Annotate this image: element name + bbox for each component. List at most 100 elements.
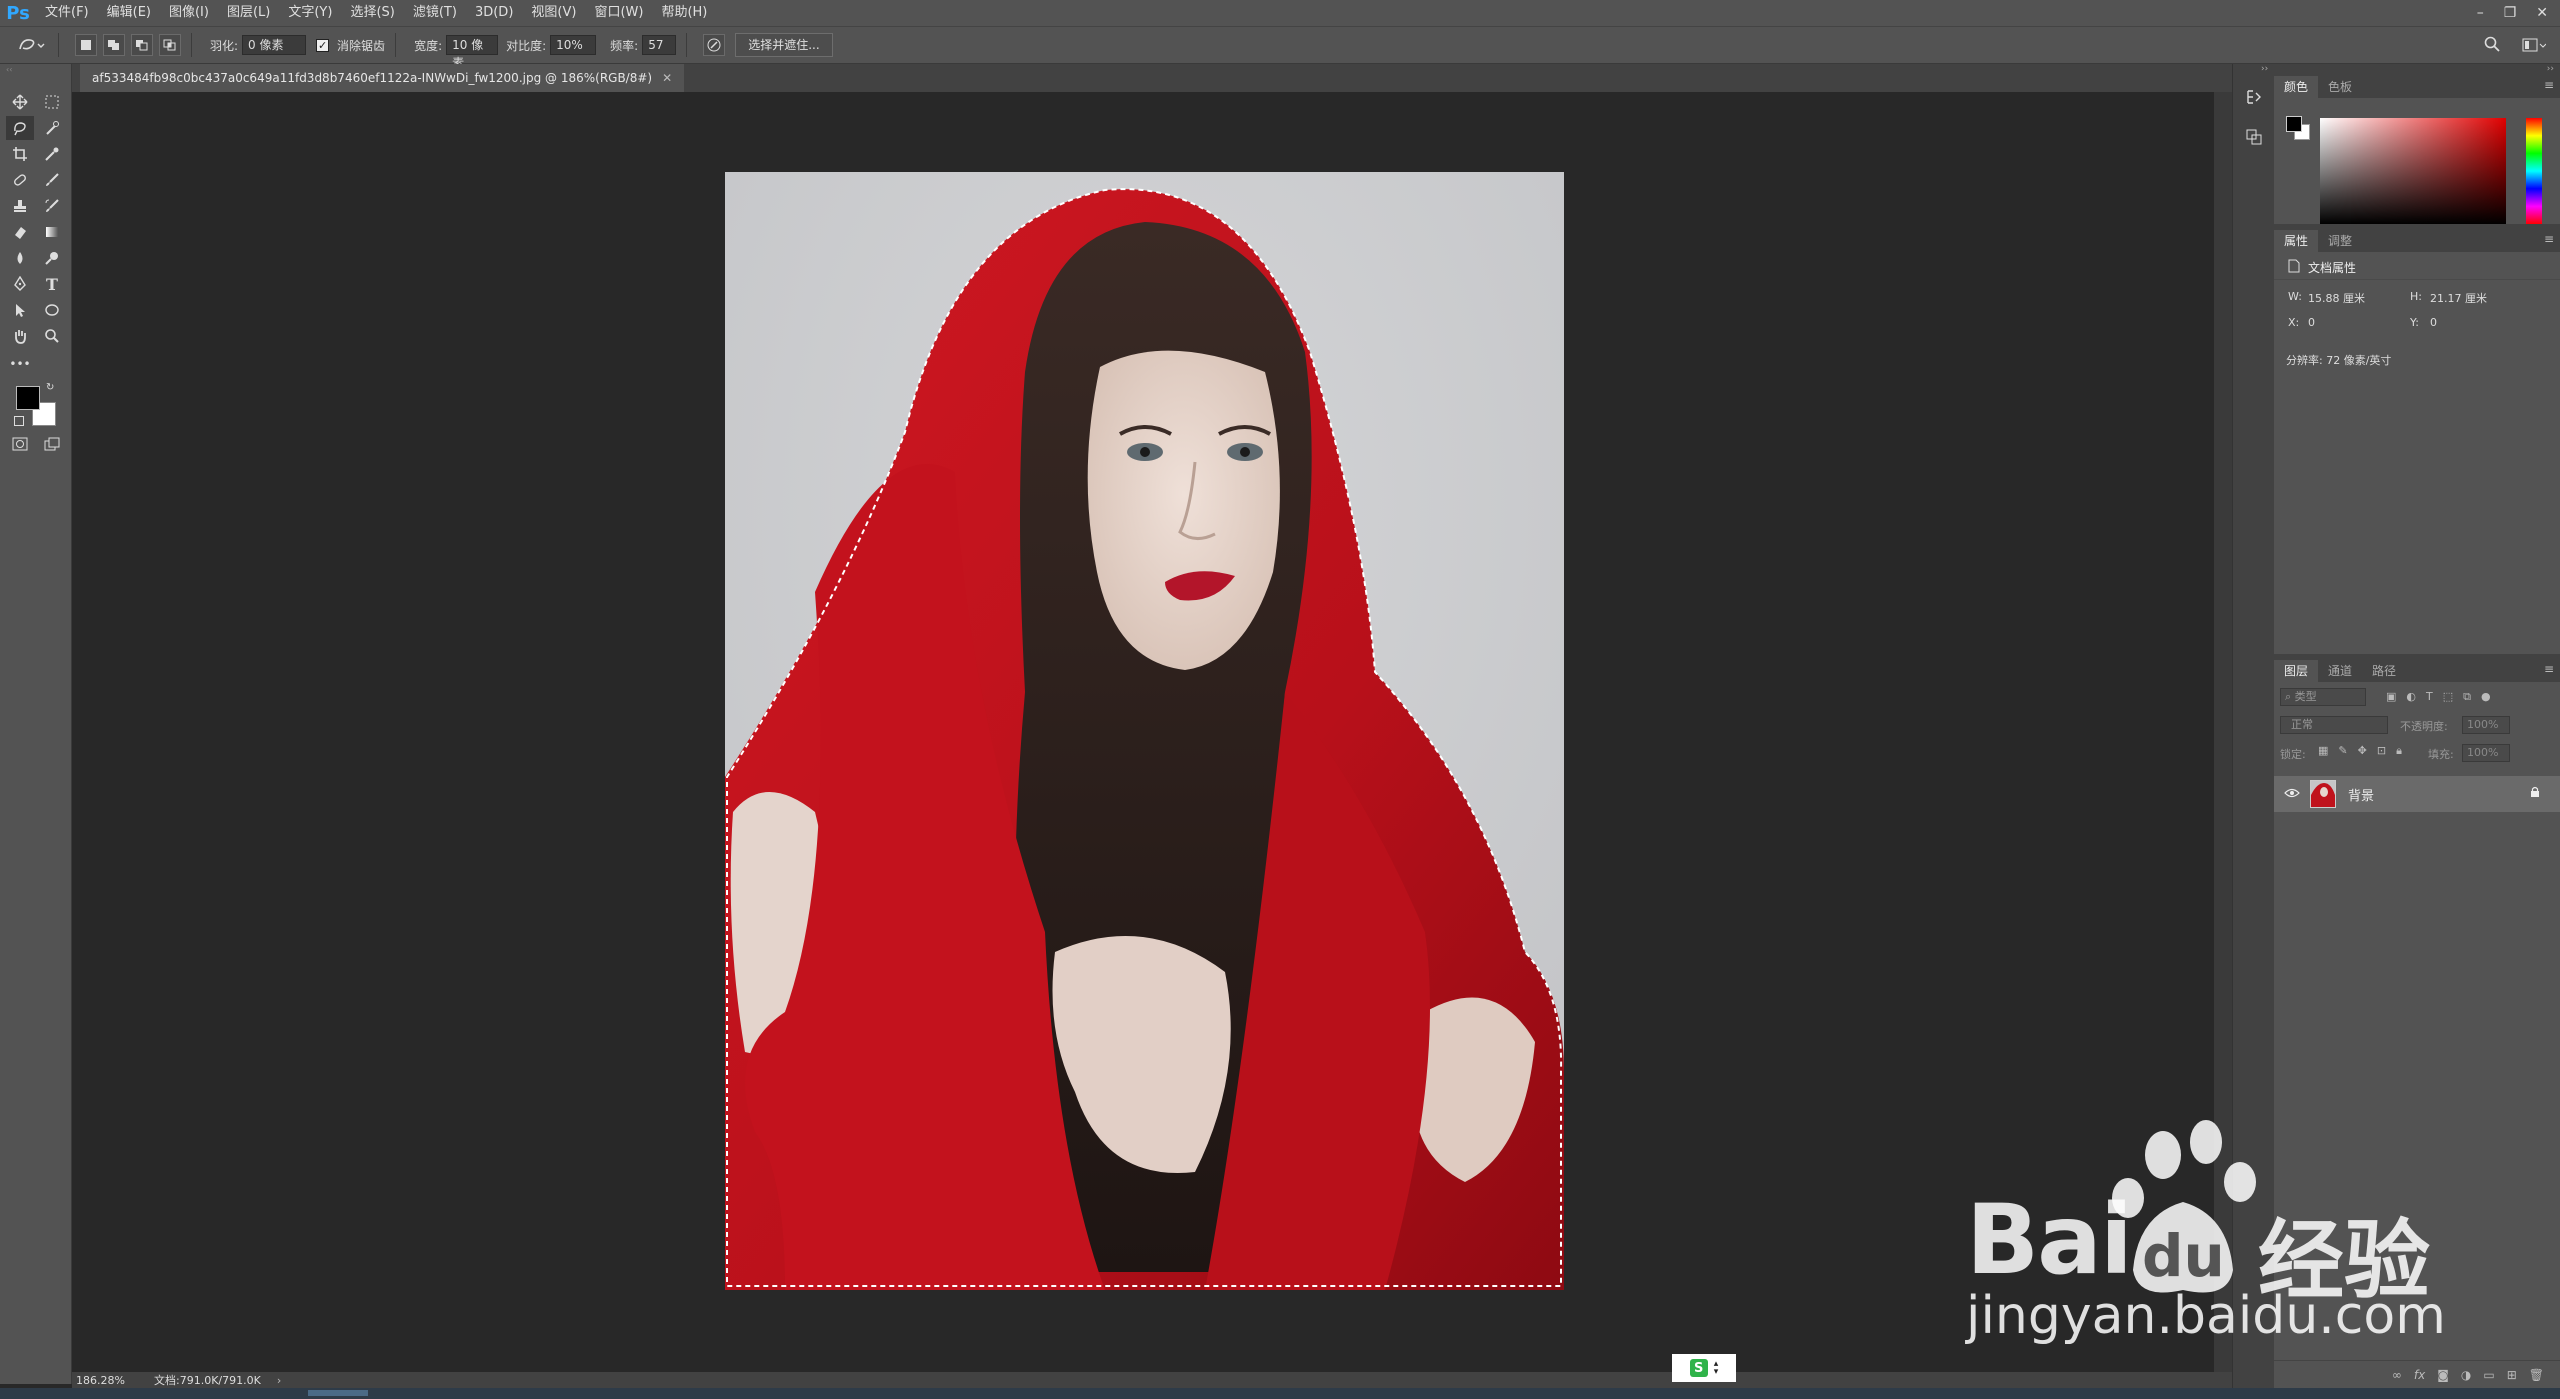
menu-edit[interactable]: 编辑(E) (98, 0, 160, 26)
menu-view[interactable]: 视图(V) (522, 0, 585, 26)
hue-slider[interactable] (2526, 118, 2542, 224)
blur-tool-icon[interactable] (6, 246, 34, 270)
close-tab-icon[interactable]: ✕ (662, 71, 672, 85)
menu-select[interactable]: 选择(S) (341, 0, 403, 26)
add-mask-icon[interactable]: ◙ (2437, 1368, 2449, 1382)
tab-properties[interactable]: 属性 (2274, 230, 2319, 252)
adjustment-filter-icon[interactable]: ◐ (2406, 690, 2416, 704)
ime-indicator[interactable]: S ▴ ▾ (1672, 1354, 1736, 1382)
smart-object-filter-icon[interactable]: ⧉ (2463, 690, 2471, 704)
delete-layer-icon[interactable]: 🗑︎ (2529, 1368, 2544, 1382)
eyedropper-tool-icon[interactable] (38, 142, 66, 166)
zoom-level[interactable]: 186.28% (76, 1374, 146, 1387)
pen-tool-icon[interactable] (6, 272, 34, 296)
group-icon[interactable]: ▭ (2483, 1368, 2494, 1382)
status-menu-icon[interactable]: › (277, 1374, 281, 1387)
menu-image[interactable]: 图像(I) (160, 0, 218, 26)
add-selection-icon[interactable] (103, 34, 125, 56)
tab-layers[interactable]: 图层 (2274, 660, 2319, 682)
clone-stamp-tool-icon[interactable] (6, 194, 34, 218)
tab-adjustments[interactable]: 调整 (2318, 230, 2362, 252)
type-tool-icon[interactable]: T (38, 272, 66, 296)
crop-tool-icon[interactable] (6, 142, 34, 166)
tab-swatches[interactable]: 色板 (2318, 76, 2362, 98)
menu-file[interactable]: 文件(F) (36, 0, 98, 26)
dodge-tool-icon[interactable] (38, 246, 66, 270)
tab-color[interactable]: 颜色 (2274, 76, 2319, 98)
shape-filter-icon[interactable]: ⬚ (2443, 690, 2453, 704)
menu-type[interactable]: 文字(Y) (279, 0, 341, 26)
new-selection-icon[interactable] (75, 34, 97, 56)
width-input[interactable]: 10 像素 (446, 35, 499, 70)
layer-lock-icon[interactable] (2530, 786, 2540, 802)
adjustment-layer-icon[interactable]: ◑ (2461, 1368, 2471, 1382)
restore-button[interactable]: ❐ (2504, 5, 2517, 21)
eraser-tool-icon[interactable] (6, 220, 34, 244)
magnetic-lasso-preset-icon[interactable] (14, 34, 48, 56)
move-tool-icon[interactable] (6, 90, 34, 114)
quick-select-tool-icon[interactable] (38, 116, 66, 140)
history-brush-tool-icon[interactable] (38, 194, 66, 218)
brush-tool-icon[interactable] (38, 168, 66, 192)
color-panel-menu-icon[interactable]: ≡ (2544, 78, 2554, 92)
close-button[interactable]: ✕ (2536, 5, 2548, 21)
document-tab[interactable]: af533484fb98c0bc437a0c649a11fd3d8b7460ef… (80, 64, 685, 92)
frequency-input[interactable]: 57 (642, 35, 677, 55)
marquee-tool-icon[interactable] (38, 90, 66, 114)
panels-collapse-icon[interactable]: ›› (2547, 64, 2554, 74)
minimize-button[interactable]: – (2477, 5, 2484, 21)
tab-paths[interactable]: 路径 (2362, 660, 2406, 682)
search-icon[interactable] (2484, 36, 2500, 56)
zoom-tool-icon[interactable] (38, 324, 66, 348)
antialias-checkbox[interactable]: ✓ (316, 38, 330, 52)
panel-foreground-swatch[interactable] (2286, 116, 2302, 132)
properties-panel-menu-icon[interactable]: ≡ (2544, 232, 2554, 246)
screen-mode-icon[interactable] (38, 432, 66, 456)
document-canvas-image[interactable] (725, 172, 1564, 1290)
blend-mode-select[interactable]: 正常 (2280, 716, 2388, 734)
width-prop-value[interactable]: 15.88 厘米 (2308, 290, 2365, 306)
tab-channels[interactable]: 通道 (2318, 660, 2362, 682)
type-filter-icon[interactable]: T (2426, 690, 2433, 704)
foreground-color-swatch[interactable] (16, 386, 40, 410)
hand-tool-icon[interactable] (6, 324, 34, 348)
pixel-filter-icon[interactable]: ▣ (2386, 690, 2396, 704)
fx-icon[interactable]: fx (2414, 1368, 2425, 1382)
layer-row-background[interactable]: 背景 (2274, 776, 2560, 812)
workspace-icon[interactable] (2522, 37, 2547, 56)
select-and-mask-button[interactable]: 选择并遮住... (735, 33, 833, 57)
healing-brush-tool-icon[interactable] (6, 168, 34, 192)
filter-toggle-icon[interactable]: ● (2481, 690, 2491, 704)
y-prop-value[interactable]: 0 (2430, 316, 2437, 329)
link-layers-icon[interactable]: ∞ (2392, 1368, 2402, 1382)
layer-kind-filter[interactable]: ⌕ 类型 (2280, 688, 2366, 706)
new-layer-icon[interactable]: ⊞ (2507, 1368, 2517, 1382)
x-prop-value[interactable]: 0 (2308, 316, 2315, 329)
eye-icon[interactable] (2284, 787, 2304, 802)
lasso-tool-icon[interactable] (6, 116, 34, 140)
lock-position-icon[interactable]: ✥ (2358, 744, 2367, 758)
toolbar-collapse-icon[interactable]: ‹‹ (6, 66, 66, 74)
menu-window[interactable]: 窗口(W) (585, 0, 652, 26)
menu-help[interactable]: 帮助(H) (652, 0, 716, 26)
feather-input[interactable]: 0 像素 (242, 35, 307, 55)
ellipse-tool-icon[interactable] (38, 298, 66, 322)
gradient-tool-icon[interactable] (38, 220, 66, 244)
brush-settings-icon[interactable] (2241, 124, 2267, 150)
lock-pixels-icon[interactable]: ✎ (2338, 744, 2347, 758)
contrast-input[interactable]: 10% (550, 35, 597, 55)
lock-all-icon[interactable]: 🔒︎ (2396, 744, 2402, 758)
path-selection-tool-icon[interactable] (6, 298, 34, 322)
layers-panel-menu-icon[interactable]: ≡ (2544, 662, 2554, 676)
lock-artboard-icon[interactable]: ⊡ (2377, 744, 2386, 758)
subtract-selection-icon[interactable] (131, 34, 153, 56)
pen-pressure-icon[interactable] (703, 34, 726, 56)
opacity-input[interactable]: 100% (2462, 716, 2510, 734)
intersect-selection-icon[interactable] (159, 34, 181, 56)
menu-layer[interactable]: 图层(L) (218, 0, 279, 26)
dock-collapse-icon[interactable]: ›› (2261, 64, 2268, 74)
more-tools-icon[interactable]: ••• (6, 352, 34, 376)
default-colors-icon[interactable] (14, 416, 24, 426)
height-prop-value[interactable]: 21.17 厘米 (2430, 290, 2487, 306)
lock-transparent-icon[interactable]: ▦ (2318, 744, 2328, 758)
